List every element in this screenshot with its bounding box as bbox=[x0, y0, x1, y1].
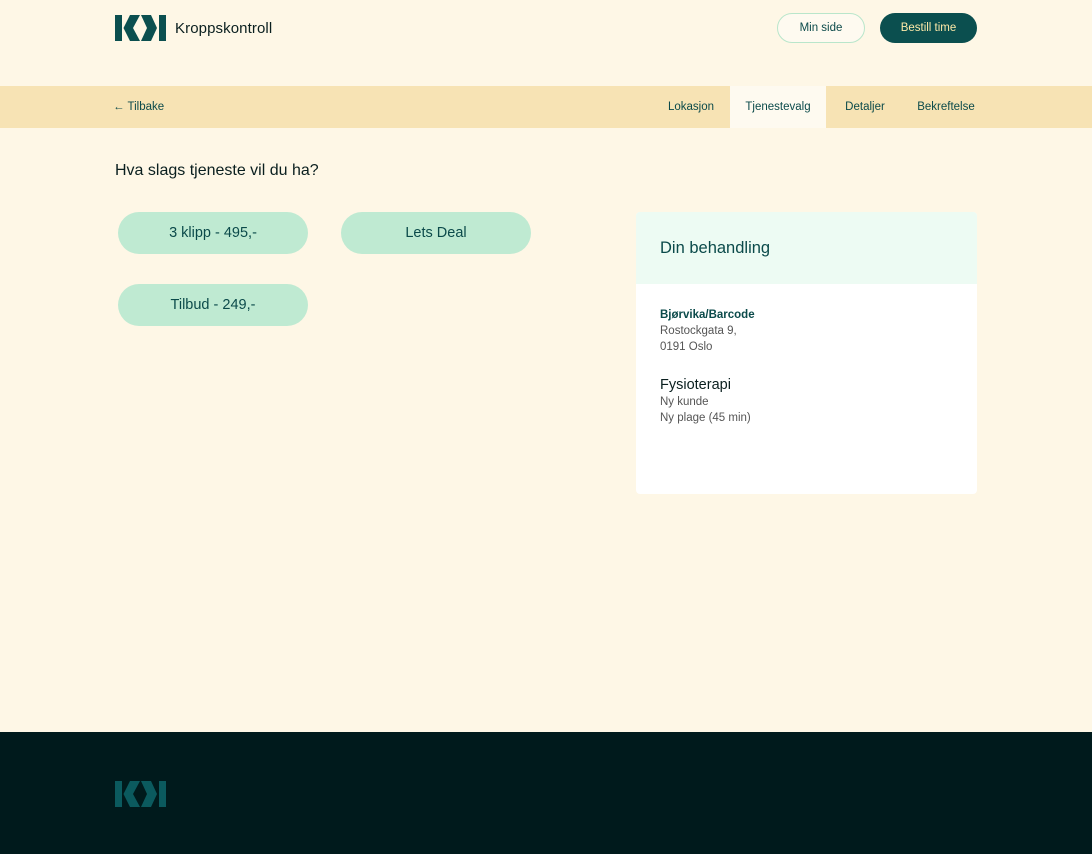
min-side-button[interactable]: Min side bbox=[777, 13, 865, 43]
address-line-2: 0191 Oslo bbox=[660, 341, 713, 353]
step-lokasjon[interactable]: Lokasjon bbox=[652, 86, 730, 128]
brand-name: Kroppskontroll bbox=[175, 19, 273, 37]
address-line-1: Rostockgata 9, bbox=[660, 325, 737, 337]
step-bekreftelse[interactable]: Bekreftelse bbox=[904, 86, 988, 128]
steps: Lokasjon Tjenestevalg Detaljer Bekreftel… bbox=[652, 86, 988, 128]
card-header: Din behandling bbox=[636, 212, 977, 284]
step-tjenestevalg-active[interactable]: Tjenestevalg bbox=[730, 86, 826, 128]
service-name: Fysioterapi bbox=[660, 377, 731, 393]
footer-logo-icon[interactable] bbox=[115, 781, 166, 807]
service-option-tilbud[interactable]: Tilbud - 249,- bbox=[118, 284, 308, 326]
step-detaljer[interactable]: Detaljer bbox=[826, 86, 904, 128]
service-option-3-klipp[interactable]: 3 klipp - 495,- bbox=[118, 212, 308, 254]
card-body: Bjørvika/Barcode Rostockgata 9, 0191 Osl… bbox=[636, 284, 977, 426]
service-line-1: Ny kunde bbox=[660, 396, 709, 408]
service-line-2: Ny plage (45 min) bbox=[660, 412, 751, 424]
bestill-time-button[interactable]: Bestill time bbox=[880, 13, 977, 43]
site-header: Kroppskontroll Min side Bestill time bbox=[0, 0, 1092, 86]
brand[interactable]: Kroppskontroll bbox=[115, 15, 272, 41]
page-question: Hva slags tjeneste vil du ha? bbox=[115, 162, 319, 179]
site-footer bbox=[0, 732, 1092, 854]
location-name: Bjørvika/Barcode bbox=[660, 309, 755, 321]
treatment-summary-card: Din behandling Bjørvika/Barcode Rostockg… bbox=[636, 212, 977, 494]
service-option-lets-deal[interactable]: Lets Deal bbox=[341, 212, 531, 254]
kroppskontroll-logo-icon bbox=[115, 15, 166, 41]
back-link[interactable]: ← Tilbake bbox=[113, 86, 164, 128]
step-navigation: ← Tilbake Lokasjon Tjenestevalg Detaljer… bbox=[0, 86, 1092, 128]
card-title: Din behandling bbox=[660, 238, 771, 257]
